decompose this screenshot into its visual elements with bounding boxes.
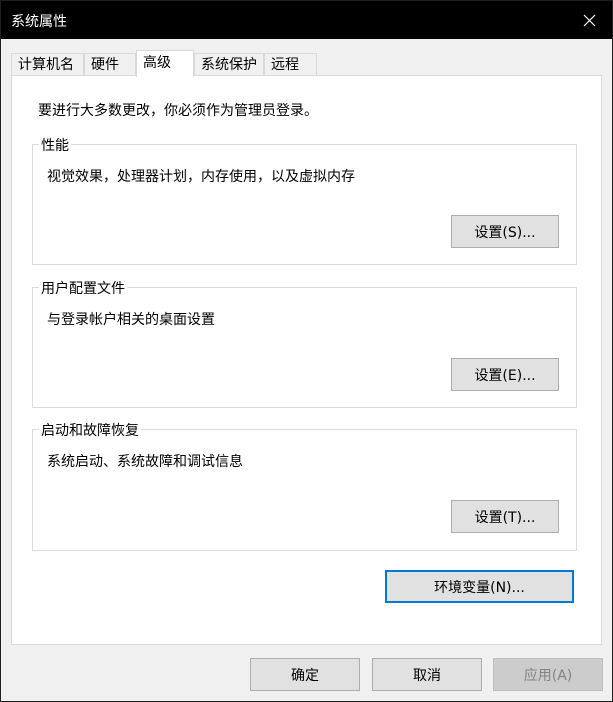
close-button[interactable] xyxy=(566,1,612,39)
performance-description: 视觉效果，处理器计划，内存使用，以及虚拟内存 xyxy=(47,169,355,185)
close-icon xyxy=(583,14,595,26)
startup-recovery-group: 启动和故障恢复 系统启动、系统故障和调试信息 设置(T)... xyxy=(32,420,577,551)
tab-hardware[interactable]: 硬件 xyxy=(84,53,136,76)
cancel-button[interactable]: 取消 xyxy=(372,658,482,691)
tab-system-protection[interactable]: 系统保护 xyxy=(194,53,264,76)
environment-variables-button[interactable]: 环境变量(N)... xyxy=(385,570,574,603)
ok-button[interactable]: 确定 xyxy=(250,658,360,691)
user-profiles-description: 与登录帐户相关的桌面设置 xyxy=(47,312,215,328)
system-properties-window: 系统属性 计算机名 硬件 高级 系统保护 远程 要进行大多数更改，你必须作为管理… xyxy=(0,0,613,702)
tab-remote[interactable]: 远程 xyxy=(264,53,317,76)
startup-recovery-settings-button[interactable]: 设置(T)... xyxy=(451,500,559,533)
user-profiles-settings-button[interactable]: 设置(E)... xyxy=(451,358,559,391)
tab-advanced[interactable]: 高级 xyxy=(136,50,194,77)
performance-group: 性能 视觉效果，处理器计划，内存使用，以及虚拟内存 设置(S)... xyxy=(32,135,577,265)
window-title: 系统属性 xyxy=(11,14,67,30)
title-bar: 系统属性 xyxy=(1,1,612,39)
performance-settings-button[interactable]: 设置(S)... xyxy=(451,215,559,248)
user-profiles-group: 用户配置文件 与登录帐户相关的桌面设置 设置(E)... xyxy=(32,278,577,408)
tab-computer-name[interactable]: 计算机名 xyxy=(11,53,84,76)
performance-group-title: 性能 xyxy=(39,135,71,155)
advanced-tab-panel: 要进行大多数更改，你必须作为管理员登录。 性能 视觉效果，处理器计划，内存使用，… xyxy=(11,75,602,645)
apply-button: 应用(A) xyxy=(493,658,603,691)
startup-recovery-description: 系统启动、系统故障和调试信息 xyxy=(47,454,243,470)
admin-notice: 要进行大多数更改，你必须作为管理员登录。 xyxy=(38,103,318,119)
startup-recovery-group-title: 启动和故障恢复 xyxy=(39,420,141,440)
user-profiles-group-title: 用户配置文件 xyxy=(39,278,127,298)
